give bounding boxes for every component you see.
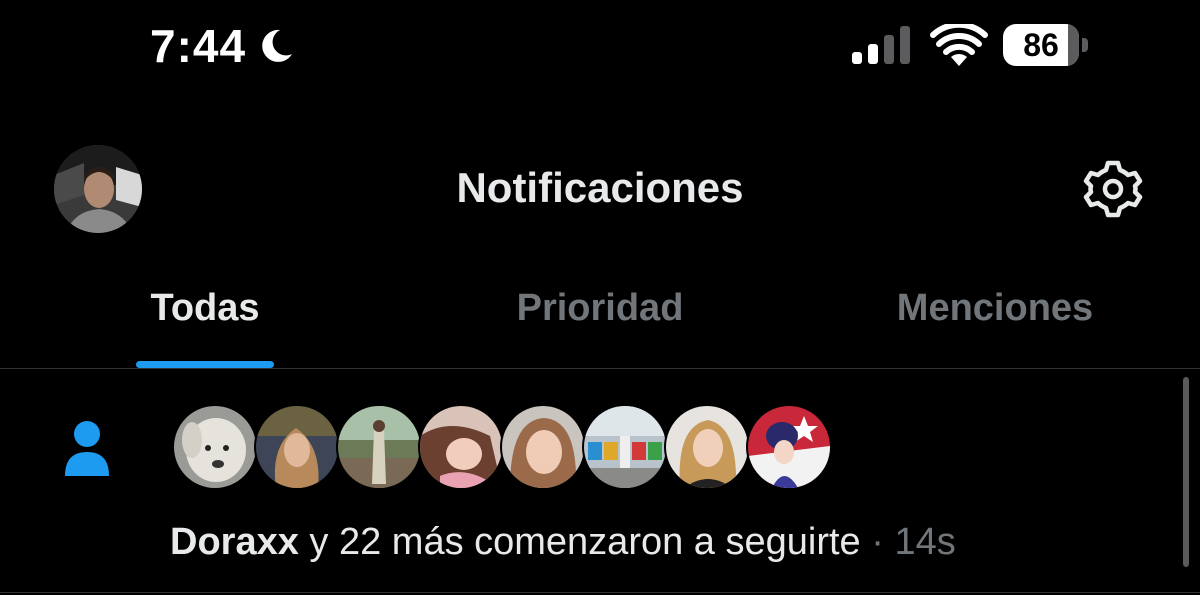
notification-text: Doraxx y 22 más comenzaron a seguirte · … xyxy=(170,518,956,566)
notification-message: y 22 más comenzaron a seguirte xyxy=(298,521,861,563)
tab-label: Menciones xyxy=(896,287,1094,329)
follower-avatar-image xyxy=(748,406,830,488)
battery-icon: 86 xyxy=(1003,24,1089,66)
follower-avatar[interactable] xyxy=(254,404,340,490)
follower-avatar-image xyxy=(420,406,502,488)
notification-timestamp: 14s xyxy=(894,521,956,563)
notification-tabs: Todas Prioridad Menciones xyxy=(0,270,1200,369)
status-time: 7:44 xyxy=(150,20,247,72)
follower-avatar[interactable] xyxy=(418,404,504,490)
tab-todas[interactable]: Todas xyxy=(105,270,305,368)
follower-name[interactable]: Doraxx xyxy=(170,521,299,563)
wifi-icon xyxy=(930,24,988,66)
clock-group: 7:44 xyxy=(150,18,296,74)
status-bar: 7:44 86 xyxy=(0,0,1200,95)
active-tab-indicator xyxy=(136,361,274,368)
divider xyxy=(0,592,1200,593)
person-icon xyxy=(65,421,109,476)
battery-body: 86 xyxy=(1003,24,1079,66)
follower-avatar-image xyxy=(584,406,666,488)
follower-avatar-image xyxy=(666,406,748,488)
follow-notification[interactable]: Doraxx y 22 más comenzaron a seguirte · … xyxy=(0,370,1200,595)
follower-avatars xyxy=(172,404,832,490)
battery-cap xyxy=(1082,38,1088,52)
follower-avatar[interactable] xyxy=(746,404,832,490)
follower-avatar[interactable] xyxy=(336,404,422,490)
follower-avatar[interactable] xyxy=(664,404,750,490)
notification-separator: · xyxy=(860,521,895,563)
follower-avatar-image xyxy=(174,406,256,488)
tab-prioridad[interactable]: Prioridad xyxy=(470,270,730,368)
follower-avatar[interactable] xyxy=(582,404,668,490)
scrollbar[interactable] xyxy=(1183,377,1189,567)
tab-menciones[interactable]: Menciones xyxy=(870,270,1120,368)
follower-avatar[interactable] xyxy=(172,404,258,490)
header: Notificaciones xyxy=(0,130,1200,245)
tab-label: Todas xyxy=(150,287,260,329)
page-title: Notificaciones xyxy=(456,164,744,211)
cellular-signal-icon xyxy=(852,26,910,64)
follower-avatar[interactable] xyxy=(500,404,586,490)
battery-level: 86 xyxy=(1023,27,1059,63)
tab-label: Prioridad xyxy=(516,287,684,329)
moon-icon xyxy=(262,29,293,62)
gear-icon[interactable] xyxy=(1082,158,1144,220)
follower-avatar-image xyxy=(256,406,338,488)
follower-avatar-image xyxy=(502,406,584,488)
follower-avatar-image xyxy=(338,406,420,488)
